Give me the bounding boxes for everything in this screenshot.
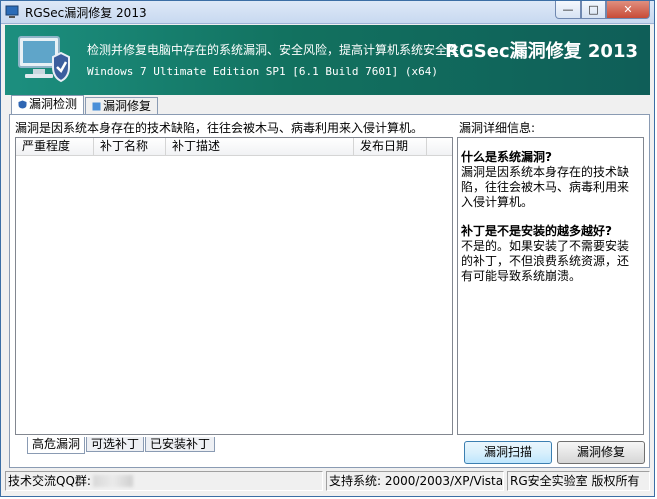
close-button[interactable]: ✕ — [606, 1, 650, 19]
question-heading: 补丁是不是安装的越多越好? — [461, 224, 612, 238]
app-icon — [5, 5, 19, 18]
column-release-date[interactable]: 发布日期 — [354, 138, 427, 155]
repair-button[interactable]: 漏洞修复 — [557, 441, 645, 464]
status-copyright: RG安全实验室 版权所有 — [507, 471, 650, 491]
question-heading: 什么是系统漏洞? — [461, 150, 552, 164]
repair-icon — [92, 102, 101, 111]
shield-icon — [18, 100, 27, 109]
status-bar: 技术交流QQ群: 支持系统: 2000/2003/XP/Vista/7 RG安全… — [5, 471, 650, 493]
vuln-description: 漏洞是因系统本身存在的技术缺陷，往往会被木马、病毒利用来入侵计算机。 — [15, 121, 424, 135]
redacted-value — [92, 475, 133, 487]
tab-label: 漏洞修复 — [103, 99, 152, 113]
maximize-button[interactable]: □ — [581, 1, 606, 19]
qq-label: 技术交流QQ群: — [8, 474, 91, 488]
window-title: RGSec漏洞修复 2013 — [25, 6, 147, 20]
tab-vuln-detect[interactable]: 漏洞检测 — [11, 95, 85, 114]
list-tabs: 高危漏洞 可选补丁 已安装补丁 — [27, 437, 216, 454]
minimize-button[interactable]: — — [555, 1, 581, 19]
banner: 检测并修复电脑中存在的系统漏洞、安全风险，提高计算机系统安全性! Windows… — [5, 25, 650, 95]
main-window: RGSec漏洞修复 2013 — □ ✕ 检测并修复电脑中存在的系统漏洞、安全风… — [0, 0, 655, 497]
os-version: Windows 7 Ultimate Edition SP1 [6.1 Buil… — [87, 65, 438, 78]
list-header: 严重程度 补丁名称 补丁描述 发布日期 — [16, 138, 452, 156]
tab-installed-patches[interactable]: 已安装补丁 — [145, 437, 216, 452]
detail-label: 漏洞详细信息: — [459, 121, 536, 135]
tab-label: 漏洞检测 — [29, 97, 78, 111]
title-bar[interactable]: RGSec漏洞修复 2013 — □ ✕ — [1, 1, 654, 24]
tab-high-risk[interactable]: 高危漏洞 — [27, 437, 86, 454]
answer-text: 不是的。如果安装了不需要安装的补丁，不但浪费系统资源，还有可能导致系统崩溃。 — [461, 239, 630, 283]
main-tabs: 漏洞检测 漏洞修复 — [11, 95, 159, 115]
banner-description: 检测并修复电脑中存在的系统漏洞、安全风险，提高计算机系统安全性! — [87, 43, 464, 57]
vuln-list[interactable]: 严重程度 补丁名称 补丁描述 发布日期 — [15, 137, 453, 435]
tab-vuln-repair[interactable]: 漏洞修复 — [85, 97, 159, 114]
status-supported-os: 支持系统: 2000/2003/XP/Vista/7 — [326, 471, 504, 491]
brand-title: RGSec漏洞修复 2013 — [445, 41, 638, 62]
answer-text: 漏洞是因系统本身存在的技术缺陷，往往会被木马、病毒利用来入侵计算机。 — [461, 165, 630, 209]
column-severity[interactable]: 严重程度 — [16, 138, 94, 155]
column-patch-desc[interactable]: 补丁描述 — [166, 138, 354, 155]
computer-shield-icon — [18, 36, 70, 83]
status-qq-group: 技术交流QQ群: — [5, 471, 323, 491]
scan-button[interactable]: 漏洞扫描 — [464, 441, 552, 464]
detail-panel: 什么是系统漏洞? 漏洞是因系统本身存在的技术缺陷，往往会被木马、病毒利用来入侵计… — [457, 137, 644, 435]
tab-optional-patches[interactable]: 可选补丁 — [86, 437, 145, 452]
column-patch-name[interactable]: 补丁名称 — [94, 138, 166, 155]
